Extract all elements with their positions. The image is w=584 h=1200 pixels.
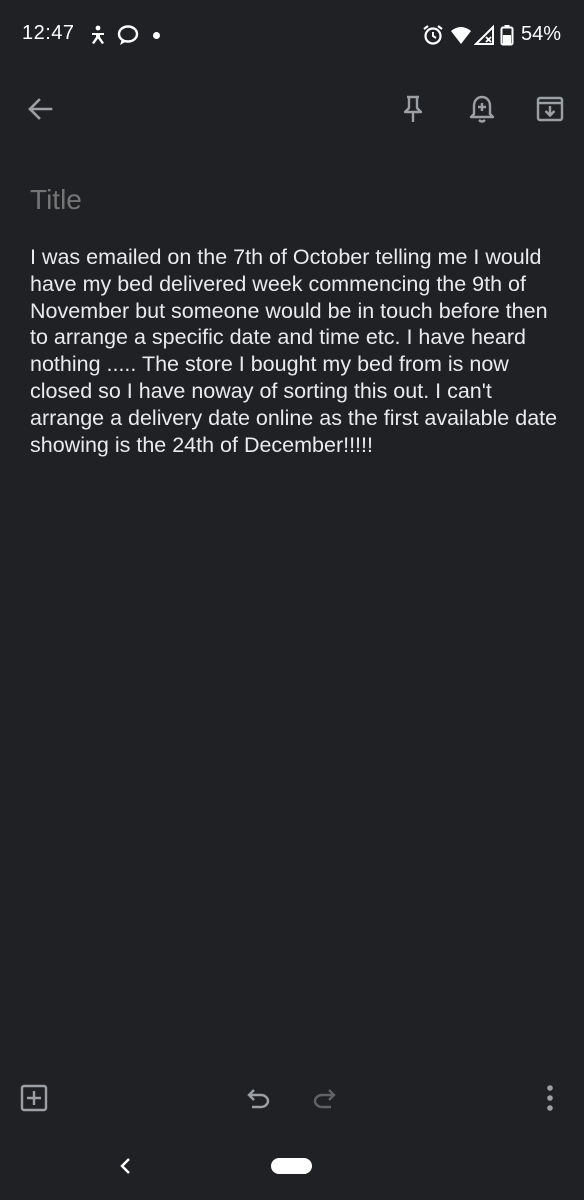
note-body-text[interactable]: I was emailed on the 7th of October tell… xyxy=(30,244,560,458)
accessibility-icon xyxy=(87,24,109,46)
signal-icon xyxy=(473,24,496,46)
more-options-button[interactable] xyxy=(528,1076,572,1120)
home-pill[interactable] xyxy=(271,1158,312,1174)
add-alert-icon xyxy=(469,95,495,123)
notification-dot xyxy=(153,32,160,39)
alarm-icon xyxy=(422,24,444,46)
pin-button[interactable] xyxy=(389,85,437,133)
status-bar: 12:47 54% xyxy=(0,0,584,70)
redo-button[interactable] xyxy=(303,1076,347,1120)
more-vert-icon xyxy=(547,1085,553,1111)
nav-back-button[interactable] xyxy=(110,1150,142,1182)
add-box-icon xyxy=(20,1084,48,1112)
archive-button[interactable] xyxy=(526,85,574,133)
arrow-back-icon xyxy=(28,98,53,120)
pin-icon xyxy=(403,95,423,122)
undo-button[interactable] xyxy=(236,1076,280,1120)
redo-icon xyxy=(313,1089,336,1109)
chat-bubble-icon xyxy=(116,24,139,46)
reminder-button[interactable] xyxy=(458,85,506,133)
archive-icon xyxy=(536,96,564,122)
battery-percentage: 54% xyxy=(521,23,562,45)
add-content-button[interactable] xyxy=(12,1076,56,1120)
back-button[interactable] xyxy=(16,85,64,133)
wifi-icon xyxy=(450,24,472,46)
undo-icon xyxy=(247,1089,270,1109)
nav-back-icon xyxy=(120,1158,130,1174)
battery-icon xyxy=(500,24,514,46)
note-title-input[interactable] xyxy=(30,184,550,216)
status-time: 12:47 xyxy=(22,22,75,44)
